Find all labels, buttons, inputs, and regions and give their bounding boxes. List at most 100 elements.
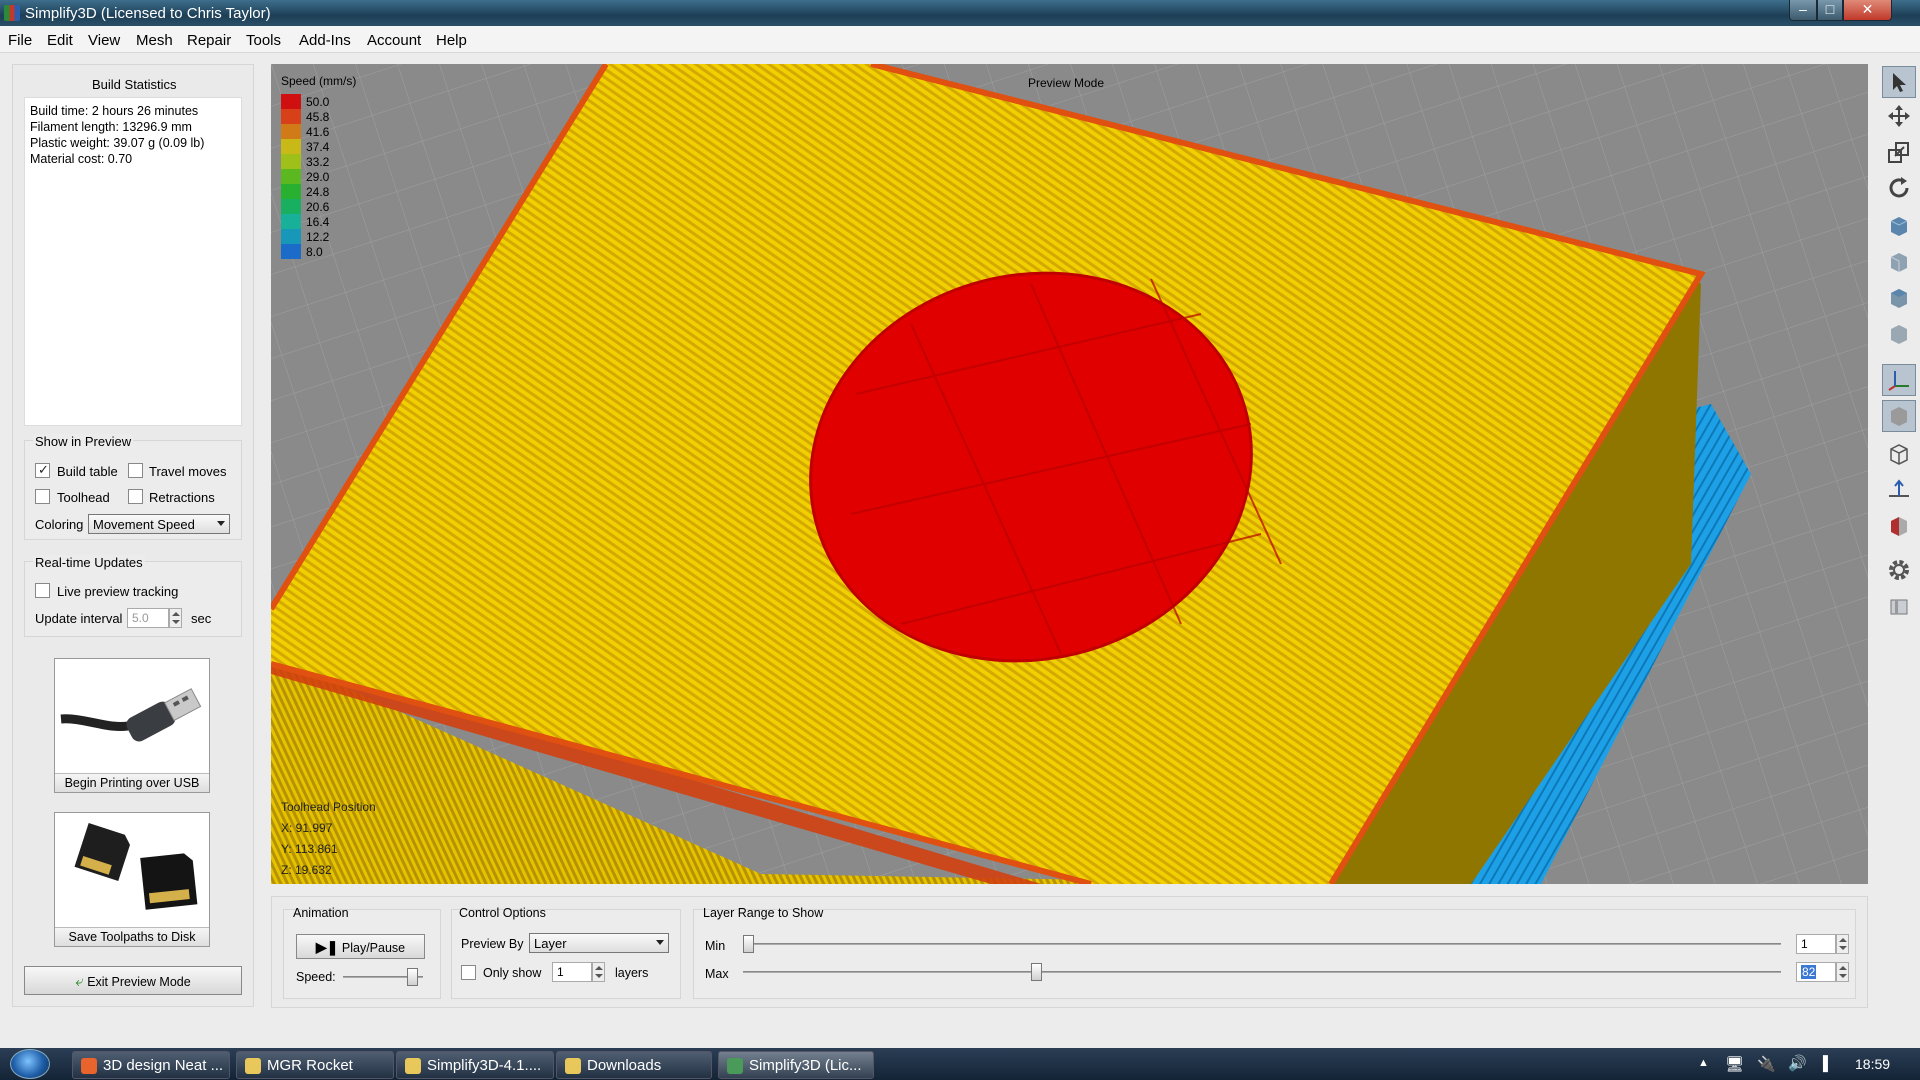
task-item[interactable]: 3D design Neat ...	[72, 1051, 230, 1079]
min-label: Min	[705, 939, 726, 953]
machine-view-button[interactable]	[1882, 590, 1916, 622]
menu-add-ins[interactable]: Add-Ins	[299, 32, 351, 49]
cursor-icon	[1893, 73, 1906, 92]
task-label: Simplify3D-4.1....	[427, 1057, 542, 1074]
menu-repair[interactable]: Repair	[187, 32, 231, 49]
max-layer-input[interactable]: 82	[1796, 962, 1836, 982]
retractions-checkbox[interactable]	[128, 489, 143, 504]
task-item[interactable]: Simplify3D-4.1....	[396, 1051, 554, 1079]
stat-material-cost: Material cost: 0.70	[30, 152, 133, 166]
cube-front-icon	[1890, 253, 1907, 272]
gear-icon	[1889, 560, 1909, 580]
travel-moves-label: Travel moves	[149, 464, 227, 479]
view-toolbar	[1880, 64, 1920, 644]
minimize-button[interactable]: –	[1789, 0, 1817, 21]
only-show-checkbox[interactable]	[461, 965, 476, 980]
scale-tool-button[interactable]	[1882, 136, 1916, 168]
legend-value: 50.0	[306, 95, 330, 109]
min-slider-track[interactable]	[743, 943, 1781, 945]
tray-expand-icon[interactable]: ▲	[1698, 1057, 1709, 1069]
min-slider-handle[interactable]	[743, 935, 754, 953]
menu-tools[interactable]: Tools	[246, 32, 281, 49]
view-side-button[interactable]	[1882, 318, 1916, 350]
build-table-checkbox[interactable]	[35, 462, 50, 478]
legend-value: 41.6	[306, 125, 330, 139]
legend-value: 29.0	[306, 170, 330, 184]
power-icon[interactable]: 🔌	[1757, 1055, 1776, 1073]
legend-swatch	[281, 244, 301, 259]
update-interval-stepper[interactable]	[169, 608, 182, 628]
select-tool-button[interactable]	[1882, 66, 1916, 98]
begin-usb-print-button[interactable]: Begin Printing over USB	[54, 658, 210, 793]
min-layer-input[interactable]: 1	[1796, 934, 1836, 954]
task-item[interactable]: MGR Rocket	[236, 1051, 394, 1079]
signal-icon[interactable]: ▐	[1818, 1055, 1828, 1071]
preview-by-select[interactable]: Layer	[529, 933, 669, 953]
play-pause-button[interactable]: ▶❚ Play/Pause	[296, 934, 425, 959]
start-button[interactable]	[10, 1049, 50, 1079]
toolpath-render[interactable]	[271, 64, 1868, 884]
normals-button[interactable]	[1882, 474, 1916, 506]
rotate-tool-button[interactable]	[1882, 172, 1916, 204]
menu-mesh[interactable]: Mesh	[136, 32, 173, 49]
legend-value: 33.2	[306, 155, 330, 169]
animation-title: Animation	[293, 906, 349, 920]
only-show-input[interactable]: 1	[552, 962, 592, 982]
play-pause-icon: ▶❚	[315, 939, 339, 955]
speed-slider-handle[interactable]	[406, 968, 418, 986]
menu-view[interactable]: View	[88, 32, 120, 49]
coloring-select[interactable]: Movement Speed	[88, 514, 230, 534]
scale-icon	[1888, 142, 1909, 163]
toolhead-checkbox[interactable]	[35, 489, 50, 504]
legend-title: Speed (mm/s)	[281, 74, 357, 88]
travel-moves-checkbox[interactable]	[128, 463, 143, 478]
coloring-label: Coloring	[35, 517, 84, 532]
view-front-button[interactable]	[1882, 246, 1916, 278]
view-top-button[interactable]	[1882, 282, 1916, 314]
move-tool-button[interactable]	[1882, 100, 1916, 132]
legend-value: 16.4	[306, 215, 330, 229]
only-show-stepper[interactable]	[592, 962, 605, 982]
sd-card-icon	[74, 823, 198, 910]
stat-plastic-weight: Plastic weight: 39.07 g (0.09 lb)	[30, 136, 205, 150]
exit-preview-button[interactable]: ⤶ Exit Preview Mode	[24, 966, 242, 995]
menu-edit[interactable]: Edit	[47, 32, 73, 49]
max-slider-track[interactable]	[743, 971, 1781, 973]
preview-viewport[interactable]: Speed (mm/s) 50.0 45.8 41.6 37.4 33.2 29…	[271, 64, 1868, 884]
menu-help[interactable]: Help	[436, 32, 467, 49]
legend-swatch	[281, 214, 301, 229]
legend-value: 20.6	[306, 200, 330, 214]
close-button[interactable]: ✕	[1843, 0, 1892, 21]
cube-top-icon	[1891, 289, 1907, 308]
max-layer-stepper[interactable]	[1836, 962, 1849, 982]
update-interval-input[interactable]: 5.0	[127, 608, 169, 628]
min-layer-stepper[interactable]	[1836, 934, 1849, 954]
cross-section-button[interactable]	[1882, 510, 1916, 542]
normals-icon	[1889, 479, 1909, 497]
settings-button[interactable]	[1882, 554, 1916, 586]
max-slider-handle[interactable]	[1030, 963, 1042, 981]
solid-view-button[interactable]	[1882, 400, 1916, 432]
build-table-label: Build table	[57, 464, 118, 479]
view-iso-button[interactable]	[1882, 210, 1916, 242]
volume-icon[interactable]: 🔊	[1788, 1054, 1807, 1072]
maximize-button[interactable]: □	[1817, 0, 1843, 21]
layer-range-group	[693, 909, 1856, 999]
cube-side-icon	[1891, 325, 1907, 344]
axes-toggle-button[interactable]	[1882, 364, 1916, 396]
menu-file[interactable]: File	[8, 32, 32, 49]
legend-value: 24.8	[306, 185, 330, 199]
clock[interactable]: 18:59	[1855, 1056, 1890, 1072]
layers-label: layers	[615, 966, 649, 980]
live-preview-checkbox[interactable]	[35, 583, 50, 598]
task-item[interactable]: Simplify3D (Lic...	[718, 1051, 874, 1079]
network-icon[interactable]: 🖥	[1725, 1055, 1744, 1073]
legend-swatch	[281, 109, 301, 124]
task-label: 3D design Neat ...	[103, 1057, 224, 1074]
task-item[interactable]: Downloads	[556, 1051, 712, 1079]
machine-icon	[1890, 599, 1908, 615]
wireframe-view-button[interactable]	[1882, 438, 1916, 470]
save-toolpaths-button[interactable]: Save Toolpaths to Disk	[54, 812, 210, 947]
simplify3d-icon	[727, 1058, 743, 1074]
menu-account[interactable]: Account	[367, 32, 421, 49]
